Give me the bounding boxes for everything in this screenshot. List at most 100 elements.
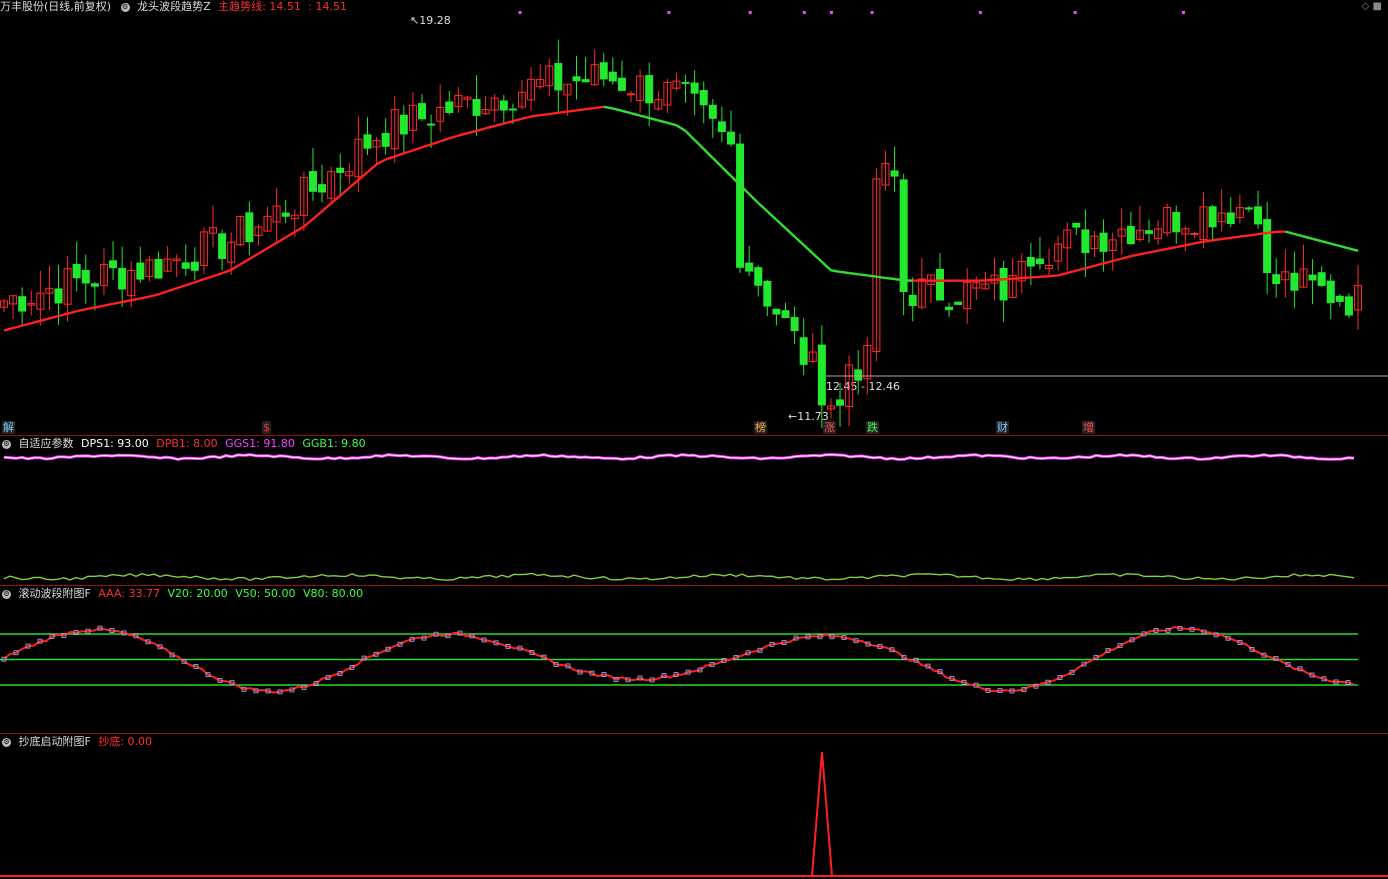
candle-body [708,104,717,119]
trend-line-segment [1176,244,1186,249]
candle-body [717,121,726,133]
signal-dot [1181,11,1185,14]
trend-line-segment [985,278,995,282]
candle-body [836,399,845,406]
trend-line-segment [394,152,405,158]
trend-line-segment [1185,242,1195,247]
candle-body [154,258,163,279]
candle-body [645,75,654,104]
trend-line-segment [1139,251,1150,256]
candle-body [935,268,944,301]
trend-line-segment [294,225,305,233]
trend-line-segment [549,111,559,116]
trend-line-segment [403,149,414,155]
trend-line-segment [385,155,396,161]
trend-line-segment [1048,274,1059,278]
trend-line-segment [40,317,50,322]
candle-body [109,260,118,269]
trend-line-segment [793,235,805,246]
candle-body [472,99,481,116]
trend-line-segment [476,127,486,132]
candle-body [772,308,781,315]
trend-line-segment [1157,247,1168,252]
trend-line-segment [539,112,550,117]
trend-line-segment [1203,239,1213,243]
trend-line-segment [194,278,205,284]
trend-line-segment [639,114,650,120]
trend-line-segment [257,247,269,255]
trend-line-segment [757,202,769,213]
trend-line-segment [675,124,687,132]
trend-line-segment [630,112,641,117]
candle-body [363,134,372,149]
trend-line-segment [775,218,787,230]
candle-body [118,268,127,290]
trend-line-segment [585,106,595,111]
trend-line-segment [21,322,32,327]
trend-line-segment [748,193,760,204]
trend-line-segment [894,277,904,282]
trend-line-segment [85,306,96,311]
trend-line-segment [885,276,895,281]
signal-dot [518,11,522,14]
chaodi-spike [811,751,833,877]
trend-line-segment [858,273,868,277]
candle-body [1190,232,1199,235]
candle-body [1026,257,1035,267]
candle-body [1272,274,1281,284]
candle-body [1254,206,1263,225]
candle-body [754,267,763,286]
candle-body [745,262,754,272]
candle-body [72,263,81,279]
candle-body [1072,222,1081,228]
trend-line-segment [1121,255,1132,260]
trend-line-segment [357,171,369,181]
trend-line-segment [657,119,668,124]
candle-body [1126,225,1135,245]
candle-body [508,108,517,111]
trend-line-segment [130,297,141,302]
trend-line-segment [667,121,677,127]
trend-line-segment [49,314,59,320]
candle-body [18,296,27,312]
signal-dot [802,11,806,14]
trend-line-segment [648,116,659,122]
trend-line-segment [848,271,859,276]
trend-line-segment [1248,233,1259,237]
candle-body [1208,206,1217,228]
trend-line-segment [248,252,260,261]
trend-line-segment [1212,237,1222,242]
candle-body [581,79,590,83]
trend-line-segment [339,186,351,197]
trend-line-segment [485,124,496,130]
trend-line-segment [421,143,432,149]
candle-body [1226,212,1235,225]
trend-line-segment [330,194,342,205]
kline-chart[interactable] [0,0,1388,879]
candle-body [1035,258,1044,265]
candle-body [381,133,390,147]
trend-line-segment [3,326,14,332]
trend-line-segment [1012,276,1022,280]
candle-body [190,261,199,271]
candle-body [726,131,735,145]
trend-line-segment [684,130,696,141]
candle-body [1172,211,1181,233]
trend-line-segment [176,284,187,290]
candle-body [999,267,1008,301]
trend-line-segment [558,110,568,115]
candle-body [136,262,145,280]
candle-body [1290,272,1299,291]
candle-body [1308,274,1317,281]
candle-body [699,90,708,106]
trend-line-segment [412,146,423,152]
trend-line-segment [711,157,723,168]
trend-line-segment [867,274,877,278]
trend-line-segment [30,319,41,325]
trend-line-segment [67,310,78,315]
trend-line-segment [1303,235,1313,240]
trend-line-segment [821,260,832,272]
trend-line-segment [321,202,332,213]
trend-line-segment [1294,232,1304,238]
trend-line-segment [1330,242,1341,248]
